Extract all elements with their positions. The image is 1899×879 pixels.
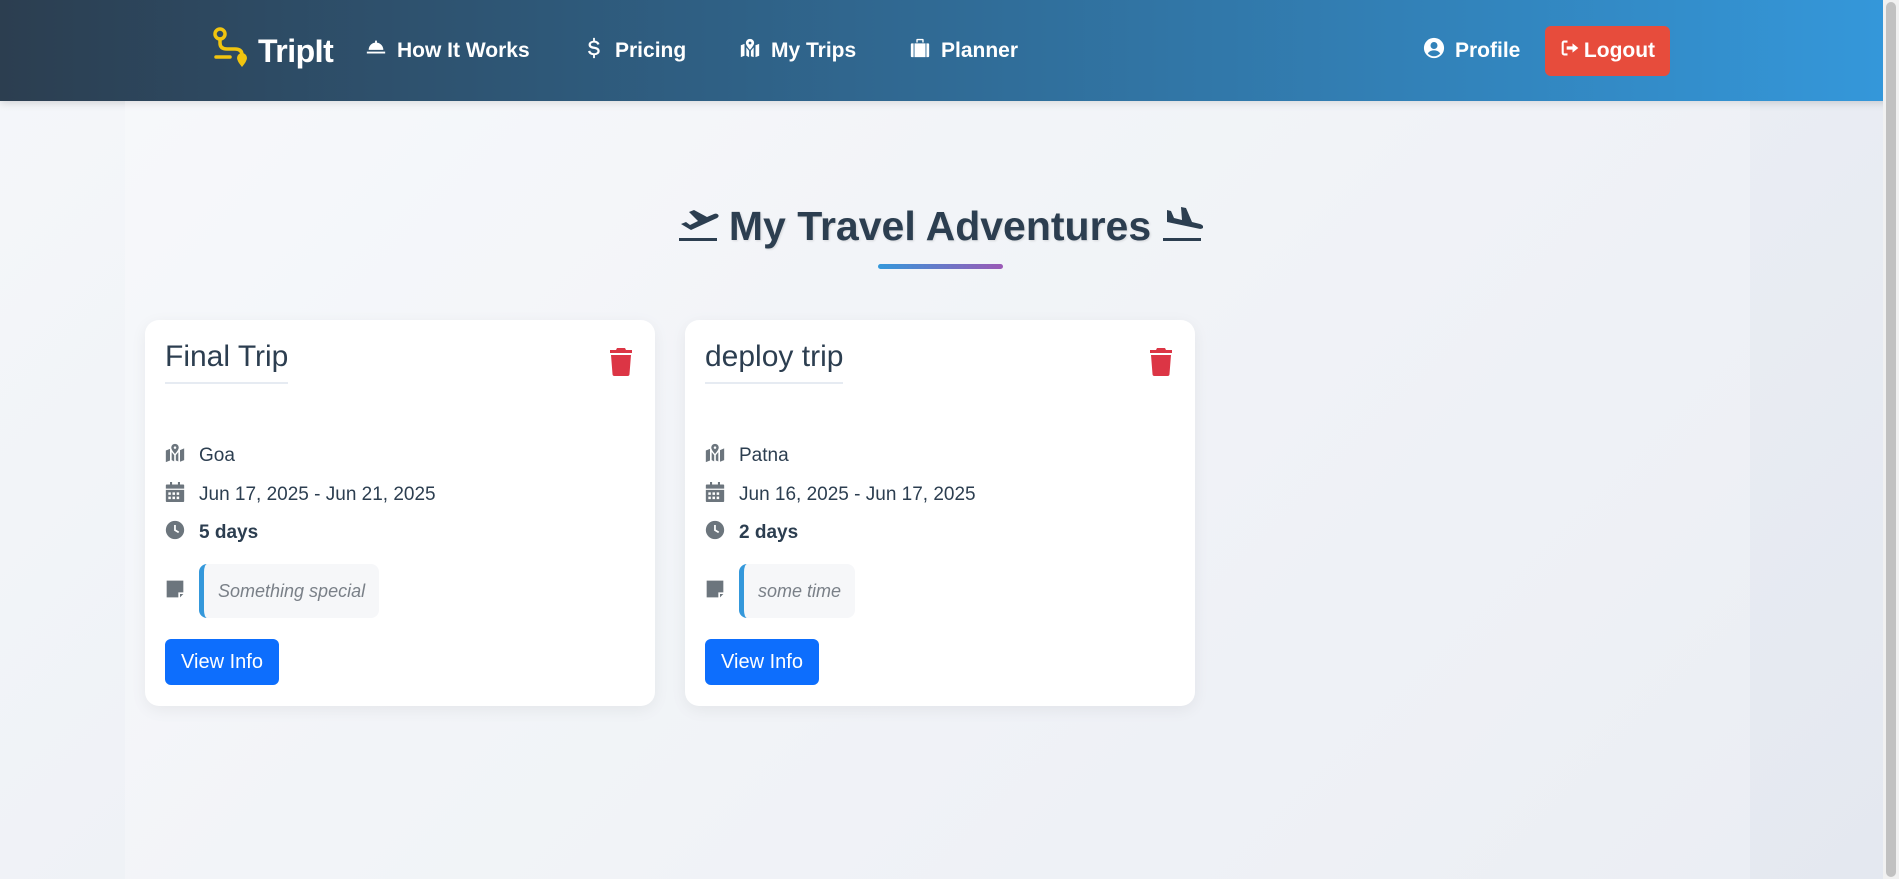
trip-notes: Something special bbox=[199, 564, 380, 618]
brand-logo[interactable]: TripIt bbox=[212, 27, 334, 75]
bell-concierge-icon bbox=[365, 37, 387, 65]
nav-how-it-works-label: How It Works bbox=[397, 39, 530, 62]
logout-label: Logout bbox=[1583, 39, 1656, 62]
trip-duration: 2 days bbox=[739, 522, 799, 543]
user-circle-icon bbox=[1423, 37, 1445, 65]
sign-out-icon bbox=[1560, 38, 1580, 64]
plane-arrival-icon bbox=[1161, 200, 1204, 252]
nav-pricing[interactable]: Pricing bbox=[583, 36, 686, 66]
trip-notes-row: some time bbox=[705, 564, 856, 618]
trip-dates: Jun 17, 2025 - Jun 21, 2025 bbox=[199, 484, 436, 505]
trip-card-title: Final Trip bbox=[165, 340, 289, 384]
nav-how-it-works[interactable]: How It Works bbox=[365, 36, 530, 66]
nav-planner[interactable]: Planner bbox=[909, 36, 1018, 66]
page-title-text: My Travel Adventures bbox=[728, 202, 1152, 249]
trip-notes-row: Something special bbox=[165, 564, 380, 618]
clock-icon bbox=[165, 520, 185, 546]
map-location-icon bbox=[165, 443, 185, 469]
route-icon bbox=[212, 27, 248, 75]
trip-destination-row: Goa bbox=[165, 443, 235, 469]
logout-button[interactable]: Logout bbox=[1545, 26, 1670, 76]
delete-trip-button[interactable] bbox=[1149, 348, 1173, 376]
suitcase-icon bbox=[909, 37, 931, 65]
trip-duration-row: 2 days bbox=[705, 520, 798, 546]
calendar-icon bbox=[705, 482, 725, 508]
trip-card-title: deploy trip bbox=[705, 340, 844, 384]
nav-planner-label: Planner bbox=[941, 39, 1019, 62]
clock-icon bbox=[705, 520, 725, 546]
trip-dates-row: Jun 16, 2025 - Jun 17, 2025 bbox=[705, 482, 976, 508]
view-info-button[interactable]: View Info bbox=[705, 639, 819, 685]
map-location-icon bbox=[739, 37, 761, 65]
title-underline bbox=[878, 264, 1003, 269]
trip-notes: some time bbox=[739, 564, 856, 618]
trip-duration: 5 days bbox=[199, 522, 259, 543]
trip-destination: Patna bbox=[739, 445, 789, 466]
trash-icon bbox=[1149, 348, 1173, 380]
nav-profile[interactable]: Profile bbox=[1423, 36, 1520, 66]
nav-profile-label: Profile bbox=[1455, 39, 1521, 62]
top-navbar: TripIt How It Works Pricing My Trips Pla… bbox=[0, 0, 1899, 101]
page-title: My Travel Adventures bbox=[0, 200, 1880, 252]
nav-my-trips[interactable]: My Trips bbox=[739, 36, 856, 66]
trip-destination: Goa bbox=[199, 445, 235, 466]
view-info-button[interactable]: View Info bbox=[165, 639, 279, 685]
trip-card: deploy trip Patna Jun 16, 2025 - Jun 17,… bbox=[685, 320, 1195, 706]
trip-card: Final Trip Goa Jun 17, 2025 - Jun 21, 20… bbox=[145, 320, 655, 706]
dollar-icon bbox=[583, 37, 605, 65]
trash-icon bbox=[609, 348, 633, 380]
page-scrollbar-thumb[interactable] bbox=[1886, 2, 1896, 877]
brand-name: TripIt bbox=[258, 32, 334, 69]
plane-departure-icon bbox=[677, 200, 719, 252]
nav-pricing-label: Pricing bbox=[615, 39, 687, 62]
nav-my-trips-label: My Trips bbox=[771, 39, 857, 62]
trip-dates: Jun 16, 2025 - Jun 17, 2025 bbox=[739, 484, 976, 505]
trip-dates-row: Jun 17, 2025 - Jun 21, 2025 bbox=[165, 482, 436, 508]
delete-trip-button[interactable] bbox=[609, 348, 633, 376]
trip-duration-row: 5 days bbox=[165, 520, 258, 546]
calendar-icon bbox=[165, 482, 185, 508]
sticky-note-icon bbox=[165, 579, 185, 604]
sticky-note-icon bbox=[705, 579, 725, 604]
map-location-icon bbox=[705, 443, 725, 469]
trip-destination-row: Patna bbox=[705, 443, 789, 469]
